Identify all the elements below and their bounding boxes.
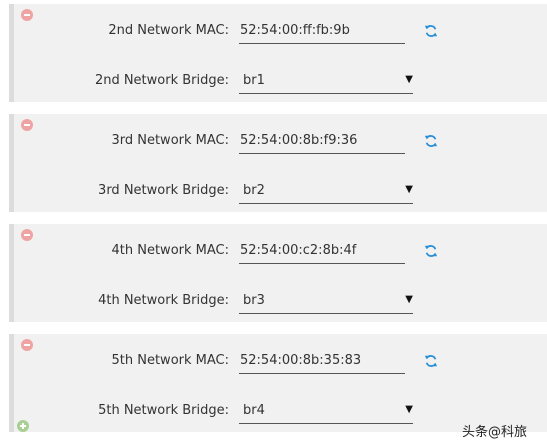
mac-label: 2nd Network MAC: [108, 23, 229, 38]
refresh-icon[interactable] [424, 134, 438, 148]
mac-input[interactable] [239, 18, 405, 44]
bridge-select[interactable]: br4 ▼ [239, 396, 413, 424]
watermark-text: 头条@科旅 [462, 425, 528, 440]
refresh-icon[interactable] [424, 354, 438, 368]
caret-down-icon: ▼ [405, 184, 413, 195]
mac-label: 3rd Network MAC: [111, 133, 229, 148]
remove-network-icon[interactable] [21, 339, 33, 351]
bridge-select-value: br1 [243, 73, 265, 88]
bridge-select[interactable]: br1 ▼ [239, 66, 413, 94]
caret-down-icon: ▼ [405, 74, 413, 85]
add-network-icon[interactable] [17, 420, 29, 432]
mac-input[interactable] [239, 128, 405, 154]
network-panel-3rd: 3rd Network MAC: 3rd Network Bridge: br2… [9, 114, 547, 212]
mac-label: 4th Network MAC: [111, 243, 230, 258]
mac-label: 5th Network MAC: [111, 353, 230, 368]
remove-network-icon[interactable] [21, 9, 33, 21]
bridge-label: 3rd Network Bridge: [98, 183, 229, 198]
network-panel-4th: 4th Network MAC: 4th Network Bridge: br3… [9, 224, 547, 322]
bridge-select[interactable]: br2 ▼ [239, 176, 413, 204]
mac-input[interactable] [239, 238, 405, 264]
bridge-select-value: br3 [243, 293, 265, 308]
remove-network-icon[interactable] [21, 119, 33, 131]
caret-down-icon: ▼ [405, 404, 413, 415]
bridge-label: 4th Network Bridge: [98, 293, 229, 308]
remove-network-icon[interactable] [21, 229, 33, 241]
bridge-label: 5th Network Bridge: [98, 403, 229, 418]
bridge-select[interactable]: br3 ▼ [239, 286, 413, 314]
mac-input[interactable] [239, 348, 405, 374]
caret-down-icon: ▼ [405, 294, 413, 305]
bridge-label: 2nd Network Bridge: [94, 73, 229, 88]
refresh-icon[interactable] [424, 24, 438, 38]
network-panel-2nd: 2nd Network MAC: 2nd Network Bridge: br1… [9, 4, 547, 102]
network-panel-5th: 5th Network MAC: 5th Network Bridge: br4… [9, 334, 547, 432]
bridge-select-value: br2 [243, 183, 265, 198]
refresh-icon[interactable] [424, 244, 438, 258]
bridge-select-value: br4 [243, 403, 265, 418]
